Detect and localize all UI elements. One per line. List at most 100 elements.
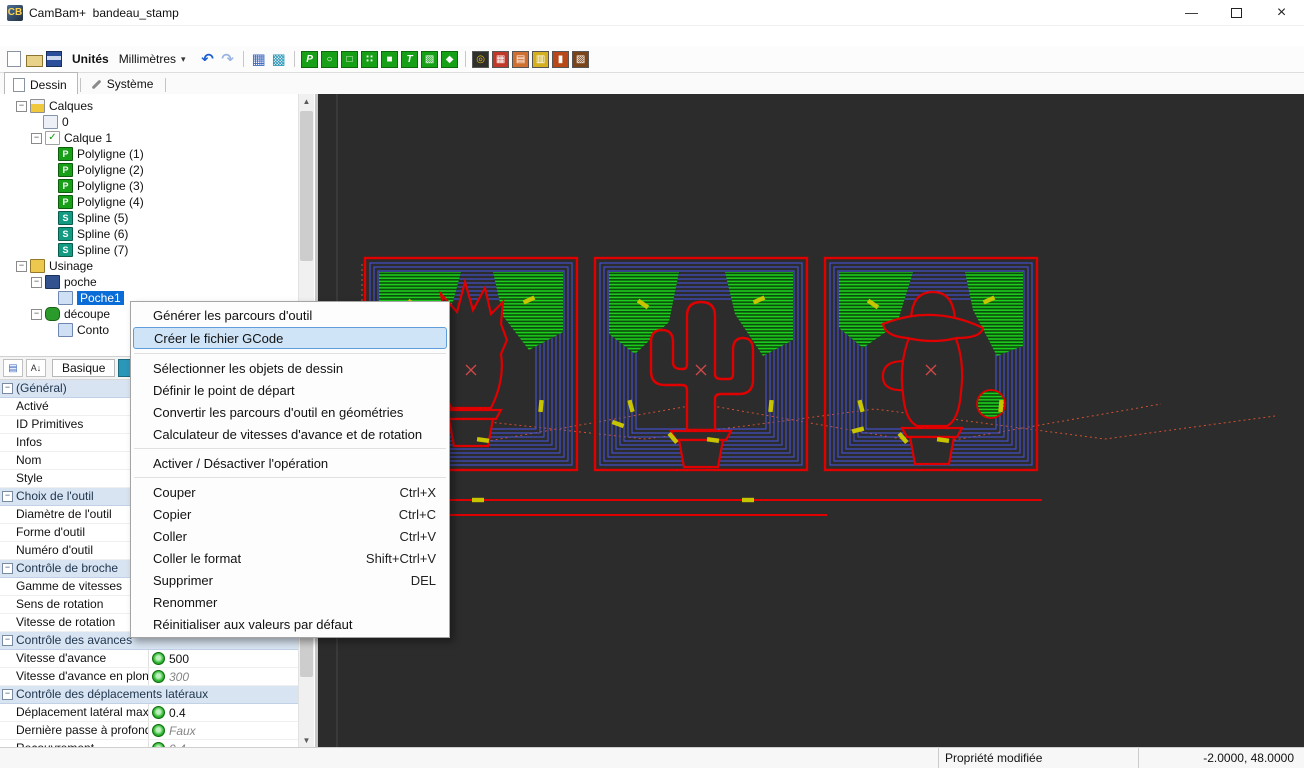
context-menu-item-creer-gcode[interactable]: Créer le fichier GCode bbox=[133, 327, 447, 349]
new-file-icon[interactable] bbox=[5, 50, 23, 68]
tree-item-spline-7[interactable]: S Spline (7) bbox=[0, 242, 299, 258]
tree-item-icon: S bbox=[58, 227, 73, 241]
draw-circle-icon[interactable]: ○ bbox=[321, 50, 339, 68]
tree-item-polyligne-3[interactable]: P Polyligne (3) bbox=[0, 178, 299, 194]
design-stamp-2[interactable] bbox=[595, 258, 807, 470]
property-value-cell[interactable]: 500 bbox=[149, 650, 299, 667]
design-stamp-3[interactable] bbox=[825, 258, 1037, 470]
grid-display-icon[interactable]: ▦ bbox=[250, 50, 268, 68]
tree-item-calque-1[interactable]: − ✓ Calque 1 bbox=[0, 130, 299, 146]
op-engrave-icon[interactable]: ▥ bbox=[532, 50, 550, 68]
menu-fichier[interactable] bbox=[6, 34, 24, 38]
context-menu-item-renommer[interactable]: Renommer bbox=[131, 591, 449, 613]
context-menu-item-coller[interactable]: Coller Ctrl+V bbox=[131, 525, 449, 547]
tree-item-spline-5[interactable]: S Spline (5) bbox=[0, 210, 299, 226]
tab-systeme[interactable]: Système bbox=[83, 75, 164, 94]
tree-item-polyligne-2[interactable]: P Polyligne (2) bbox=[0, 162, 299, 178]
op-3d-icon[interactable]: ▨ bbox=[572, 50, 590, 68]
prop-row-vitesse-avance[interactable]: Vitesse d'avance 500 bbox=[0, 650, 299, 668]
menu-edition[interactable] bbox=[42, 34, 60, 38]
tree-expander-icon[interactable]: − bbox=[16, 101, 27, 112]
context-menu-item-supprimer[interactable]: Supprimer DEL bbox=[131, 569, 449, 591]
context-menu-item-point-depart[interactable]: Définir le point de départ bbox=[131, 379, 449, 401]
undo-icon[interactable]: ↶ bbox=[199, 50, 217, 68]
units-combobox[interactable]: Millimètres ▾ bbox=[115, 51, 190, 67]
context-menu-item-copier[interactable]: Copier Ctrl+C bbox=[131, 503, 449, 525]
tree-item-calques[interactable]: − Calques bbox=[0, 98, 299, 114]
tree-item-polyligne-1[interactable]: P Polyligne (1) bbox=[0, 146, 299, 162]
property-value-cell[interactable]: 0.4 bbox=[149, 704, 299, 721]
menu-complements[interactable] bbox=[114, 34, 132, 38]
prop-category-deplacements-lateraux[interactable]: − Contrôle des déplacements latéraux bbox=[0, 686, 299, 704]
tree-item-label: Polyligne (1) bbox=[77, 147, 144, 161]
tree-item-polyligne-4[interactable]: P Polyligne (4) bbox=[0, 194, 299, 210]
context-menu-item-label: Activer / Désactiver l'opération bbox=[153, 456, 422, 471]
tree-item-spline-6[interactable]: S Spline (6) bbox=[0, 226, 299, 242]
tree-expander-icon[interactable]: − bbox=[16, 261, 27, 272]
canvas-svg[interactable] bbox=[318, 94, 1301, 748]
menu-usinage[interactable] bbox=[78, 34, 96, 38]
tree-item-icon: ✓ bbox=[45, 131, 60, 145]
op-profile-icon[interactable]: ▤ bbox=[512, 50, 530, 68]
menu-outils[interactable] bbox=[132, 34, 150, 38]
tree-expander-icon[interactable]: − bbox=[31, 133, 42, 144]
tree-item-layer-0[interactable]: 0 bbox=[0, 114, 299, 130]
context-menu-item-selectionner-objets[interactable]: Sélectionner les objets de dessin bbox=[131, 357, 449, 379]
prop-row-derniere-passe[interactable]: Dernière passe à profonde Faux bbox=[0, 722, 299, 740]
draw-rect-icon[interactable]: □ bbox=[341, 50, 359, 68]
op-pocket-icon[interactable]: ▦ bbox=[492, 50, 510, 68]
context-menu-item-generer-parcours[interactable]: Générer les parcours d'outil bbox=[131, 304, 449, 326]
toolbar-separator bbox=[243, 51, 244, 67]
menu-aide[interactable] bbox=[150, 34, 168, 38]
menu-script[interactable] bbox=[96, 34, 114, 38]
menu-affichage[interactable] bbox=[24, 34, 42, 38]
op-drill-icon[interactable]: ◎ bbox=[472, 50, 490, 68]
draw-region-icon[interactable]: ▧ bbox=[421, 50, 439, 68]
cut-lines[interactable] bbox=[357, 500, 1042, 515]
draw-polyline-icon[interactable]: P bbox=[301, 50, 319, 68]
tree-expander-icon[interactable]: − bbox=[31, 309, 42, 320]
close-button[interactable]: × bbox=[1259, 0, 1304, 25]
tree-item-icon bbox=[58, 323, 73, 337]
context-menu-separator bbox=[131, 350, 449, 357]
tab-basique[interactable]: Basique bbox=[52, 359, 115, 377]
scrollbar-thumb[interactable] bbox=[300, 111, 313, 261]
property-value: 0.4 bbox=[169, 706, 186, 720]
draw-misc-icon[interactable]: ◆ bbox=[441, 50, 459, 68]
grid-snap-icon[interactable]: ▩ bbox=[270, 50, 288, 68]
prop-row-vitesse-plongee[interactable]: Vitesse d'avance en plong 300 bbox=[0, 668, 299, 686]
menu-dessiner[interactable] bbox=[60, 34, 78, 38]
context-menu-item-coller-format[interactable]: Coller le format Shift+Ctrl+V bbox=[131, 547, 449, 569]
tree-expander-icon[interactable]: − bbox=[31, 277, 42, 288]
tree-item-icon bbox=[30, 259, 45, 273]
context-menu-item-couper[interactable]: Couper Ctrl+X bbox=[131, 481, 449, 503]
prop-row-deplacement-lateral[interactable]: Déplacement latéral maxi 0.4 bbox=[0, 704, 299, 722]
redo-icon[interactable]: ↷ bbox=[219, 50, 237, 68]
property-value-cell[interactable]: 300 bbox=[149, 668, 299, 685]
context-menu-item-reinitialiser[interactable]: Réinitialiser aux valeurs par défaut bbox=[131, 613, 449, 635]
tab-divider bbox=[80, 78, 81, 92]
draw-surface-icon[interactable]: ■ bbox=[381, 50, 399, 68]
maximize-button[interactable] bbox=[1214, 0, 1259, 25]
categorized-view-icon[interactable]: ▤ bbox=[3, 359, 23, 377]
context-menu-item-convertir-parcours[interactable]: Convertir les parcours d'outil en géomét… bbox=[131, 401, 449, 423]
tab-systeme-label: Système bbox=[107, 77, 154, 91]
minimize-button[interactable]: — bbox=[1169, 0, 1214, 25]
draw-text-icon[interactable]: T bbox=[401, 50, 419, 68]
drawing-canvas[interactable] bbox=[318, 94, 1304, 748]
draw-points-icon[interactable]: ∷ bbox=[361, 50, 379, 68]
save-file-icon[interactable] bbox=[45, 50, 63, 68]
tree-item-label: Spline (5) bbox=[77, 211, 128, 225]
context-menu-item-label: Couper bbox=[153, 485, 386, 500]
context-menu-item-calculateur-vitesses[interactable]: Calculateur de vitesses d'avance et de r… bbox=[131, 423, 449, 445]
property-value-cell[interactable]: Faux bbox=[149, 722, 299, 739]
op-lathe-icon[interactable]: ▮ bbox=[552, 50, 570, 68]
tree-item-usinage[interactable]: − Usinage bbox=[0, 258, 299, 274]
scroll-down-icon[interactable]: ▼ bbox=[299, 733, 314, 748]
context-menu-item-activer-operation[interactable]: Activer / Désactiver l'opération bbox=[131, 452, 449, 474]
tree-item-poche[interactable]: − poche bbox=[0, 274, 299, 290]
open-file-icon[interactable] bbox=[25, 50, 43, 68]
alphabetical-sort-icon[interactable]: A↓ bbox=[26, 359, 46, 377]
wrench-icon bbox=[91, 79, 101, 89]
scroll-up-icon[interactable]: ▲ bbox=[299, 94, 314, 109]
